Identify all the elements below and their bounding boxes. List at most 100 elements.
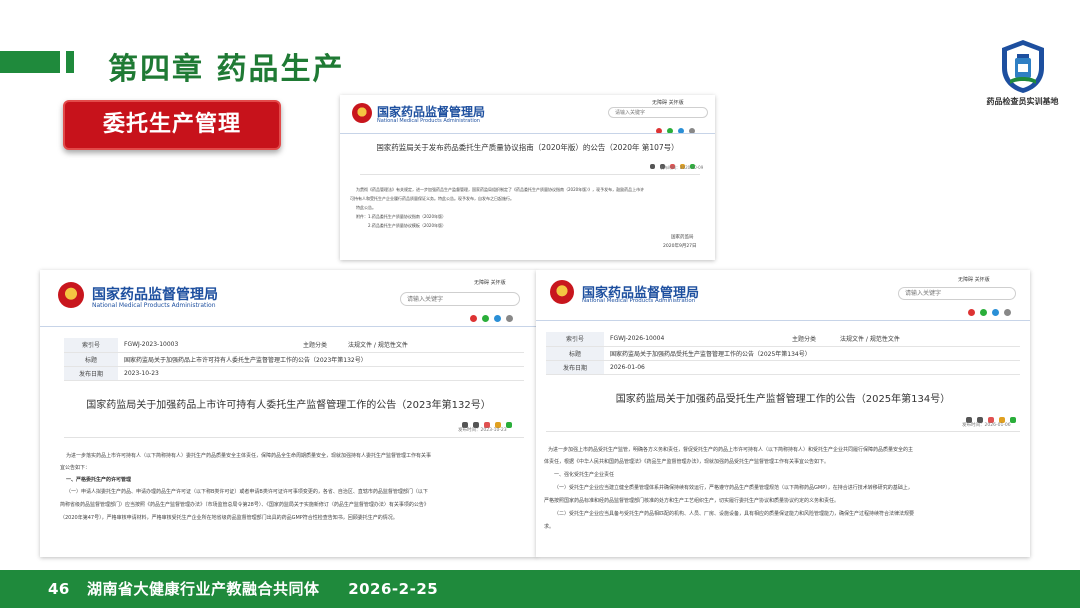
meta-value: 国家药监局关于加强药品受托生产监督管理工作的公告（2025年第134号） (604, 346, 1020, 361)
footer-bar: 46 湖南省大健康行业产教融合共同体 2026-2-25 (0, 570, 1080, 608)
body-paragraph: （一）受托生产企业应当建立健全质量管理体系并确保持续有效运行，严格遵守药品生产质… (554, 485, 913, 491)
header-divider (40, 326, 537, 327)
metadata-row: 标题 国家药监局关于加强药品上市许可持有人委托生产监督管理工作的公告（2023年… (64, 352, 524, 367)
share-wechat-icon[interactable] (506, 421, 513, 428)
share-icons (656, 120, 696, 139)
body-paragraph: （一）申请人拟委托生产药品、申请办理药品生产许可证（以下称B类许可证）或者申请B… (66, 489, 428, 495)
document-screenshot-2025: 国家药品监督管理局 National Medical Products Admi… (536, 270, 1030, 557)
footer-org: 湖南省大健康行业产教融合共同体 (87, 580, 320, 598)
meta-label: 索引号 (546, 332, 604, 347)
attachment-link[interactable]: 附件：1.药品委托生产质量协议指南（2020年版） (356, 214, 701, 220)
metadata-row: 索引号 FGWJ-2026-10004 主题分类 法规文件 / 规范性文件 (546, 332, 1020, 347)
user-icon[interactable] (506, 315, 514, 322)
title-divider (360, 174, 700, 175)
meta-value: 法规文件 / 规范性文件 (834, 332, 1020, 347)
body-paragraph: （2020年第47号），严格审核申请材料，严格审核受托生产企业所在地省级药品监督… (60, 515, 398, 521)
nmpa-name-en: National Medical Products Administration (377, 118, 480, 124)
metadata-row: 发布日期 2026-01-06 (546, 360, 1020, 375)
meta-label: 发布日期 (546, 360, 604, 375)
meta-value: 国家药监局关于加强药品上市许可持有人委托生产监督管理工作的公告（2023年第13… (118, 352, 524, 367)
publish-date: 发布时间：2023-10-23 (458, 428, 507, 433)
meta-label: 主题分类 (288, 338, 342, 353)
share-wechat-icon[interactable] (1010, 416, 1017, 423)
body-paragraph: （二）受托生产企业应当具备与受托生产药品相匹配的机构、人员、厂房、设施设备，具有… (554, 511, 915, 517)
body-paragraph: 可持有人和受托生产企业履行药品质量保证义务。特此公告。现予发布，自发布之日起施行… (350, 196, 514, 201)
national-emblem-icon (58, 282, 84, 308)
meta-label: 标题 (546, 346, 604, 361)
logo-caption: 药品检查员实训基地 (986, 97, 1059, 106)
weibo-icon[interactable] (470, 315, 477, 322)
national-emblem-icon (352, 103, 372, 123)
sign-date: 2020年9月27日 (663, 244, 697, 249)
nmpa-name-en: National Medical Products Administration (582, 298, 696, 304)
publish-date: 发布时间：2026-01-06 (962, 423, 1011, 428)
meta-label: 标题 (64, 352, 118, 367)
header-bar-mark (66, 51, 74, 73)
title-divider (546, 431, 1020, 432)
slide: 第四章 药品生产 药品检查员实训基地 委托生产管理 国家药品监督管理局 Nati… (0, 0, 1080, 608)
national-emblem-icon (550, 280, 574, 304)
metadata-row: 索引号 FGWJ-2023-10003 主题分类 法规文件 / 规范性文件 (64, 338, 524, 353)
nmpa-name-en: National Medical Products Administration (92, 302, 216, 309)
wechat-icon[interactable] (482, 315, 490, 322)
section-heading: 一、严格委托生产的许可管理 (66, 477, 132, 483)
search-input[interactable]: 请输入关键字 (608, 107, 708, 118)
section-heading: 一、强化受托生产企业责任 (554, 472, 615, 478)
document-screenshot-2020: 国家药品监督管理局 National Medical Products Admi… (340, 95, 715, 260)
share-icons (968, 302, 1012, 321)
document-screenshot-2023: 国家药品监督管理局 National Medical Products Admi… (40, 270, 537, 557)
body-paragraph: 体责任，根据《中华人民共和国药品管理法》《药品生产监督管理办法》，现就加强药品受… (544, 459, 830, 465)
user-icon[interactable] (1004, 309, 1012, 316)
body-paragraph: 特此公告。 (356, 205, 376, 210)
title-divider (64, 437, 524, 438)
search-input[interactable]: 请输入关键字 (898, 287, 1016, 300)
accessibility-links[interactable]: 无障碍 关怀版 (474, 279, 506, 286)
footer-text: 46 湖南省大健康行业产教融合共同体 2026-2-25 (48, 570, 438, 608)
accessibility-links[interactable]: 无障碍 关怀版 (652, 99, 684, 106)
meta-value: 法规文件 / 规范性文件 (342, 338, 524, 353)
metadata-row: 标题 国家药监局关于加强药品受托生产监督管理工作的公告（2025年第134号） (546, 346, 1020, 361)
meta-value: FGWJ-2023-10003 (118, 338, 288, 353)
mobile-icon[interactable] (992, 309, 1000, 316)
search-input[interactable]: 请输入关键字 (400, 292, 520, 306)
body-paragraph: 严格按照国家药品标准和经药品监督管理部门核准的处方和生产工艺组织生产，切实履行委… (544, 498, 840, 504)
accessibility-links[interactable]: 无障碍 关怀版 (958, 276, 990, 283)
header-divider (536, 320, 1030, 321)
mobile-icon[interactable] (494, 315, 502, 322)
chapter-title: 第四章 药品生产 (108, 52, 345, 87)
body-paragraph: 求。 (544, 524, 555, 530)
download-icon[interactable] (650, 164, 655, 169)
body-paragraph: 简称省级药品监督管理部门）应当按照《药品生产监督管理办法》（市场监管总局令第28… (60, 502, 429, 508)
body-paragraph: 为贯彻《药品管理法》有关规定，进一步加强药品生产监督管理，国家药监局组织制定了《… (356, 187, 645, 192)
section-label-box: 委托生产管理 (63, 100, 281, 150)
meta-label: 索引号 (64, 338, 118, 353)
meta-label: 发布日期 (64, 366, 118, 381)
weibo-icon[interactable] (968, 309, 975, 316)
section-label: 委托生产管理 (102, 112, 241, 137)
publish-date: 发布时间：2020-10-09 (660, 165, 704, 170)
training-base-logo: 药品检查员实训基地 (970, 38, 1075, 112)
body-paragraph: 为进一步加强上市药品受托生产监管，明确各方义务和责任，督促受托生产的药品上市许可… (548, 447, 914, 453)
meta-value: 2026-01-06 (604, 360, 1020, 375)
document-title: 国家药监局关于加强药品上市许可持有人委托生产监督管理工作的公告（2023年第13… (86, 400, 491, 411)
document-title: 国家药监局关于发布药品委托生产质量协议指南（2020年版）的公告（2020年 第… (376, 143, 679, 152)
share-icons (470, 308, 514, 327)
meta-label: 主题分类 (774, 332, 834, 347)
sign-org: 国家药监局 (671, 235, 694, 240)
attachment-link[interactable]: 2.药品委托生产质量协议模板（2020年版） (368, 223, 698, 229)
header-bar-decoration (0, 51, 60, 73)
nmpa-name-cn: 国家药品监督管理局 (92, 287, 218, 303)
shield-medicine-icon (1001, 40, 1044, 93)
page-number: 46 (48, 580, 70, 598)
body-paragraph: 为进一步落实药品上市许可持有人（以下简称持有人）委托生产药品质量安全主体责任，保… (66, 453, 432, 459)
body-paragraph: 宜公告如下： (60, 465, 91, 471)
metadata-row: 发布日期 2023-10-23 (64, 366, 524, 381)
meta-value: 2023-10-23 (118, 366, 524, 381)
metadata-table: 索引号 FGWJ-2026-10004 主题分类 法规文件 / 规范性文件 标题… (546, 332, 1020, 375)
meta-value: FGWJ-2026-10004 (604, 332, 774, 347)
metadata-table: 索引号 FGWJ-2023-10003 主题分类 法规文件 / 规范性文件 标题… (64, 338, 524, 381)
header-divider (340, 133, 715, 134)
document-title: 国家药监局关于加强药品受托生产监督管理工作的公告（2025年第134号） (615, 394, 951, 405)
footer-date: 2026-2-25 (348, 580, 439, 598)
wechat-icon[interactable] (980, 309, 988, 316)
